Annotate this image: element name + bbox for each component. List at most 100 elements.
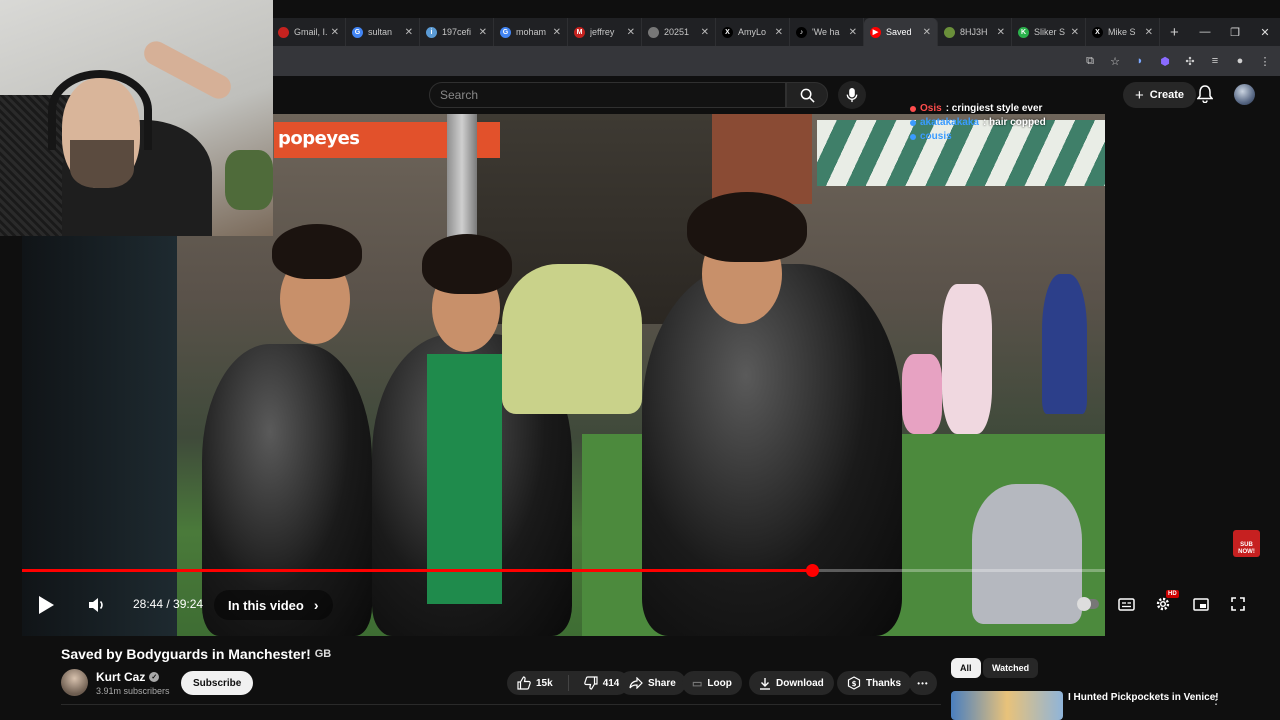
- puzzle-icon[interactable]: ✣: [1181, 52, 1199, 70]
- video-title: Saved by Bodyguards in Manchester! GB: [61, 646, 331, 662]
- tab-close-icon[interactable]: ✕: [331, 27, 339, 38]
- tab-label: sultan: [368, 27, 393, 37]
- fullscreen-icon: [1231, 597, 1245, 611]
- more-horizontal-icon: •••: [917, 678, 929, 688]
- browser-tab[interactable]: 8HJ3H ✕: [938, 18, 1012, 46]
- media-controls-icon[interactable]: ≡: [1206, 52, 1224, 70]
- recommended-menu-icon[interactable]: ⋮: [1210, 693, 1222, 707]
- more-actions-button[interactable]: •••: [909, 671, 937, 695]
- chat-username: cousis: [920, 131, 952, 142]
- tab-close-icon[interactable]: ✕: [553, 27, 561, 38]
- progress-bar[interactable]: [22, 564, 1105, 577]
- captions-button[interactable]: [1116, 595, 1136, 613]
- tab-favicon-icon: [648, 26, 659, 38]
- dislike-count: 414: [602, 677, 620, 689]
- tab-close-icon[interactable]: ✕: [1145, 27, 1153, 38]
- tab-close-icon[interactable]: ✕: [627, 27, 635, 38]
- thanks-button[interactable]: $ Thanks: [837, 671, 912, 695]
- chat-badge-icon: [910, 120, 916, 126]
- notifications-button[interactable]: [1196, 85, 1214, 108]
- window-controls: — ❐ ✕: [1190, 18, 1280, 46]
- browser-tab[interactable]: X AmyLo ✕: [716, 18, 790, 46]
- popeyes-sign-text: popeyes: [278, 128, 360, 149]
- tab-close-icon[interactable]: ✕: [701, 27, 709, 38]
- browser-menu-icon[interactable]: ⋮: [1256, 52, 1274, 70]
- verified-icon: ✓: [149, 672, 160, 682]
- browser-tab[interactable]: Gsultan ✕: [346, 18, 420, 46]
- browser-tab[interactable]: 20251 ✕: [642, 18, 716, 46]
- channel-name[interactable]: Kurt Caz ✓: [96, 670, 160, 684]
- tab-close-icon[interactable]: ✕: [479, 27, 487, 38]
- chat-text: : hair copped: [982, 117, 1046, 128]
- chat-badge-icon: [910, 134, 916, 140]
- thumbs-up-icon: [517, 676, 531, 690]
- shield-extension-icon[interactable]: ⬢: [1156, 52, 1174, 70]
- loop-button[interactable]: ▭ Loop: [682, 671, 742, 695]
- progress-scrubber[interactable]: [806, 564, 819, 577]
- tab-favicon-icon: G: [352, 26, 363, 38]
- streamer-webcam: [0, 0, 273, 236]
- download-label: Download: [776, 677, 824, 689]
- loop-icon: ▭: [692, 677, 703, 690]
- tab-label: jeffrey: [590, 27, 615, 37]
- new-tab-button[interactable]: +: [1170, 24, 1179, 41]
- bookmark-star-icon[interactable]: ☆: [1106, 52, 1124, 70]
- miniplayer-icon: [1193, 597, 1209, 611]
- tab-label: Mike S: [1108, 27, 1136, 37]
- toggle-icon: [1077, 597, 1099, 611]
- create-button[interactable]: + Create: [1123, 82, 1197, 108]
- browser-tab[interactable]: ♪ 'We ha ✕: [790, 18, 864, 46]
- install-app-icon[interactable]: ⧉: [1081, 52, 1099, 70]
- filter-chip[interactable]: All: [951, 658, 981, 678]
- recommended-thumbnail[interactable]: [951, 691, 1063, 720]
- browser-tab[interactable]: K Sliker S ✕: [1012, 18, 1086, 46]
- browser-tab[interactable]: Mjeffrey ✕: [568, 18, 642, 46]
- time-separator: /: [163, 597, 174, 611]
- tab-close-icon[interactable]: ✕: [775, 27, 783, 38]
- tab-close-icon[interactable]: ✕: [1071, 27, 1079, 38]
- tab-close-icon[interactable]: ✕: [923, 27, 931, 38]
- account-avatar[interactable]: [1234, 84, 1255, 105]
- browser-tab[interactable]: Gmoham ✕: [494, 18, 568, 46]
- share-arrow-icon: [629, 677, 643, 689]
- subscribe-button[interactable]: Subscribe: [181, 671, 254, 695]
- tab-close-icon[interactable]: ✕: [997, 27, 1005, 38]
- browser-tab[interactable]: X Mike S ✕: [1086, 18, 1160, 46]
- tab-close-icon[interactable]: ✕: [405, 27, 413, 38]
- share-button[interactable]: Share: [619, 671, 686, 695]
- restore-icon[interactable]: ❐: [1220, 26, 1250, 39]
- browser-tab[interactable]: i 197cefi ✕: [420, 18, 494, 46]
- filter-chip[interactable]: Watched: [983, 658, 1039, 678]
- chapter-button[interactable]: In this video ›: [214, 590, 333, 620]
- browser-tab[interactable]: ▶ Saved ✕: [864, 18, 938, 46]
- play-button[interactable]: [32, 592, 60, 618]
- person-blue: [1042, 274, 1087, 414]
- svg-text:$: $: [852, 680, 857, 688]
- recommended-title[interactable]: I Hunted Pickpockets in Venice!: [1068, 692, 1219, 703]
- chapter-label: In this video: [228, 597, 304, 613]
- browser-tab[interactable]: Gmail, I...✕: [272, 18, 346, 46]
- volume-button[interactable]: [85, 593, 109, 617]
- voice-search-button[interactable]: [838, 81, 866, 109]
- tab-label: 'We ha: [812, 27, 840, 37]
- tab-label: 20251: [664, 27, 690, 37]
- extension-icon[interactable]: ◗: [1131, 52, 1149, 70]
- headset: [48, 70, 152, 150]
- thumbs-down-icon: [583, 676, 598, 690]
- channel-avatar[interactable]: [61, 669, 88, 696]
- download-button[interactable]: Download: [749, 671, 834, 695]
- sub-now-overlay[interactable]: SUB NOW!: [1233, 530, 1260, 557]
- miniplayer-button[interactable]: [1191, 595, 1211, 613]
- minimize-icon[interactable]: —: [1190, 26, 1220, 38]
- search-button[interactable]: [786, 82, 828, 108]
- search-input[interactable]: Search: [429, 82, 786, 108]
- profile-icon[interactable]: ●: [1231, 52, 1249, 70]
- channel-name-text: Kurt Caz: [96, 670, 146, 684]
- fullscreen-button[interactable]: [1228, 594, 1248, 614]
- tab-favicon-icon: X: [1092, 26, 1103, 38]
- close-window-icon[interactable]: ✕: [1250, 26, 1280, 39]
- autoplay-toggle[interactable]: [1076, 595, 1100, 613]
- like-button[interactable]: 15k: [507, 671, 563, 695]
- tab-close-icon[interactable]: ✕: [849, 27, 857, 38]
- tab-favicon-icon: X: [722, 26, 733, 38]
